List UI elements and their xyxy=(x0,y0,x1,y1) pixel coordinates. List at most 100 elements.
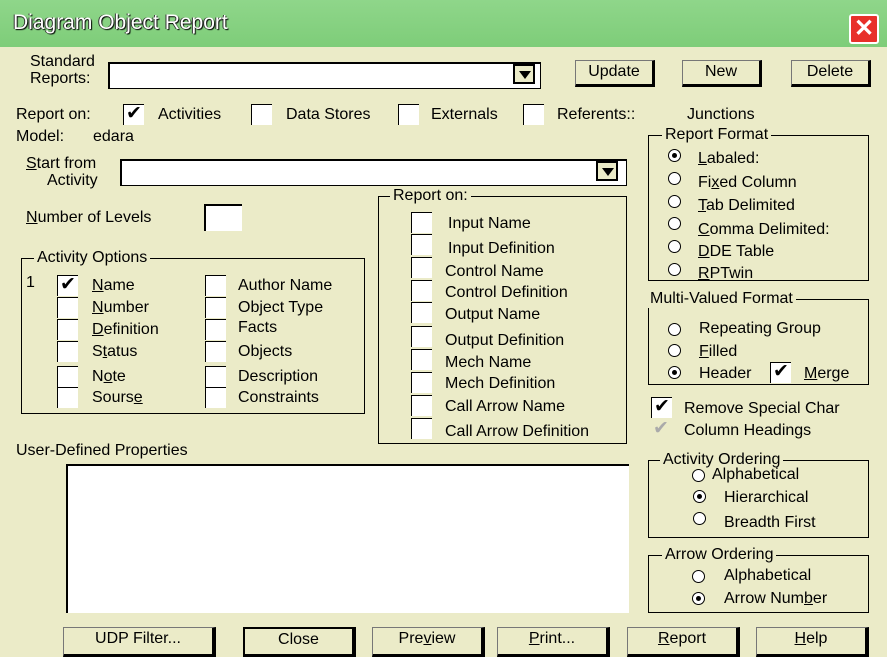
breadth-first-label: Breadth First xyxy=(724,514,816,531)
levels-label: Number of Levels xyxy=(26,209,152,226)
multi-valued-legend: Multi-Valued Format xyxy=(647,290,796,308)
mech-definition-checkbox[interactable] xyxy=(411,372,432,393)
arrow-alphabetical-radio[interactable] xyxy=(692,570,705,583)
fixed-column-label: Fixed Column xyxy=(698,174,797,191)
update-button[interactable]: Update xyxy=(575,60,655,87)
control-name-label: Control Name xyxy=(445,263,544,280)
call-arrow-definition-label: Call Arrow Definition xyxy=(445,423,590,440)
comma-delimited-radio[interactable] xyxy=(668,217,681,230)
output-name-checkbox[interactable] xyxy=(411,302,432,323)
filled-radio[interactable] xyxy=(668,344,681,357)
udp-list[interactable] xyxy=(66,464,629,613)
facts-checkbox[interactable] xyxy=(205,319,226,340)
window-title: Diagram Object Report xyxy=(13,11,228,34)
close-button[interactable]: Close xyxy=(243,627,356,657)
object-type-checkbox[interactable] xyxy=(205,297,226,318)
start-from-label-2: Activity xyxy=(47,172,98,189)
close-window-button[interactable]: ✕ xyxy=(849,14,879,44)
referents-label: Referents:: xyxy=(557,106,636,123)
merge-label: Merge xyxy=(804,365,850,382)
column-headings-checkbox xyxy=(651,418,672,441)
report-button[interactable]: Report xyxy=(627,627,740,657)
standard-reports-label-1: Standard xyxy=(30,53,95,70)
note-checkbox[interactable] xyxy=(57,366,78,387)
junctions-label: Junctions xyxy=(687,106,755,123)
standard-reports-label-2: Reports: xyxy=(30,70,91,87)
arrow-ordering-legend: Arrow Ordering xyxy=(662,546,777,564)
comma-delimited-label: Comma Delimited: xyxy=(698,221,830,238)
description-label: Description xyxy=(238,368,319,385)
repeating-group-radio[interactable] xyxy=(668,323,681,336)
referents-checkbox[interactable] xyxy=(523,104,544,125)
hierarchical-radio[interactable] xyxy=(693,490,706,503)
levels-input[interactable] xyxy=(204,204,242,231)
call-arrow-definition-checkbox[interactable] xyxy=(411,418,432,439)
author-name-checkbox[interactable] xyxy=(205,275,226,296)
report-on-legend: Report on: xyxy=(390,187,471,205)
help-button[interactable]: Help xyxy=(756,627,869,657)
model-value: edara xyxy=(93,128,134,145)
udp-filter-button[interactable]: UDP Filter... xyxy=(63,627,216,657)
activity-alphabetical-label: Alphabetical xyxy=(712,466,800,483)
data-stores-label: Data Stores xyxy=(286,106,371,123)
constraints-checkbox[interactable] xyxy=(205,387,226,408)
name-label: Name xyxy=(92,277,135,294)
objects-checkbox[interactable] xyxy=(205,341,226,362)
breadth-first-radio[interactable] xyxy=(693,512,706,525)
udp-label: User-Defined Properties xyxy=(16,442,188,459)
control-name-checkbox[interactable] xyxy=(411,257,432,278)
object-type-label: Object Type xyxy=(238,299,324,316)
status-checkbox[interactable] xyxy=(57,341,78,362)
data-stores-checkbox[interactable] xyxy=(251,104,272,125)
input-definition-label: Input Definition xyxy=(448,240,555,257)
model-label: Model: xyxy=(16,128,65,145)
sourse-checkbox[interactable] xyxy=(57,387,78,408)
description-checkbox[interactable] xyxy=(205,366,226,387)
preview-button[interactable]: Preview xyxy=(372,627,485,657)
repeating-group-label: Repeating Group xyxy=(699,320,821,337)
chevron-down-icon[interactable] xyxy=(596,161,618,181)
externals-checkbox[interactable] xyxy=(398,104,419,125)
call-arrow-name-label: Call Arrow Name xyxy=(445,398,566,415)
mech-name-checkbox[interactable] xyxy=(411,349,432,370)
merge-checkbox[interactable] xyxy=(770,361,791,383)
delete-button[interactable]: Delete xyxy=(791,60,871,87)
remove-special-char-checkbox[interactable] xyxy=(651,396,672,418)
remove-special-char-label: Remove Special Char xyxy=(684,400,840,417)
sourse-label: Sourse xyxy=(92,389,143,406)
chevron-down-icon[interactable] xyxy=(513,64,535,84)
dde-table-radio[interactable] xyxy=(668,240,681,253)
arrow-number-radio[interactable] xyxy=(692,592,705,605)
name-checkbox[interactable] xyxy=(57,274,78,296)
output-name-label: Output Name xyxy=(445,306,541,323)
fixed-column-radio[interactable] xyxy=(668,172,681,185)
control-definition-checkbox[interactable] xyxy=(411,280,432,301)
rptwin-radio[interactable] xyxy=(668,263,681,276)
tab-delimited-radio[interactable] xyxy=(668,195,681,208)
start-from-combo[interactable] xyxy=(120,159,627,186)
labaled-radio[interactable] xyxy=(668,149,681,162)
activity-marker: 1 xyxy=(26,274,35,291)
call-arrow-name-checkbox[interactable] xyxy=(411,395,432,416)
activity-alphabetical-radio[interactable] xyxy=(692,469,705,482)
input-definition-checkbox[interactable] xyxy=(411,234,432,255)
constraints-label: Constraints xyxy=(238,389,319,406)
column-headings-label: Column Headings xyxy=(684,422,812,439)
input-name-checkbox[interactable] xyxy=(411,212,432,233)
tab-delimited-label: Tab Delimited xyxy=(698,197,795,214)
output-definition-checkbox[interactable] xyxy=(411,326,432,347)
definition-checkbox[interactable] xyxy=(57,319,78,340)
standard-reports-combo[interactable] xyxy=(108,62,541,89)
status-label: Status xyxy=(92,343,138,360)
number-checkbox[interactable] xyxy=(57,297,78,318)
activity-options-legend: Activity Options xyxy=(34,249,151,267)
header-radio[interactable] xyxy=(668,366,681,379)
labaled-label: Labaled: xyxy=(698,150,760,167)
dde-table-label: DDE Table xyxy=(698,243,775,260)
new-button[interactable]: New xyxy=(682,60,762,87)
print-button[interactable]: Print... xyxy=(497,627,610,657)
hierarchical-label: Hierarchical xyxy=(724,489,809,506)
externals-label: Externals xyxy=(431,106,498,123)
input-name-label: Input Name xyxy=(448,215,531,232)
activities-checkbox[interactable] xyxy=(123,103,144,125)
